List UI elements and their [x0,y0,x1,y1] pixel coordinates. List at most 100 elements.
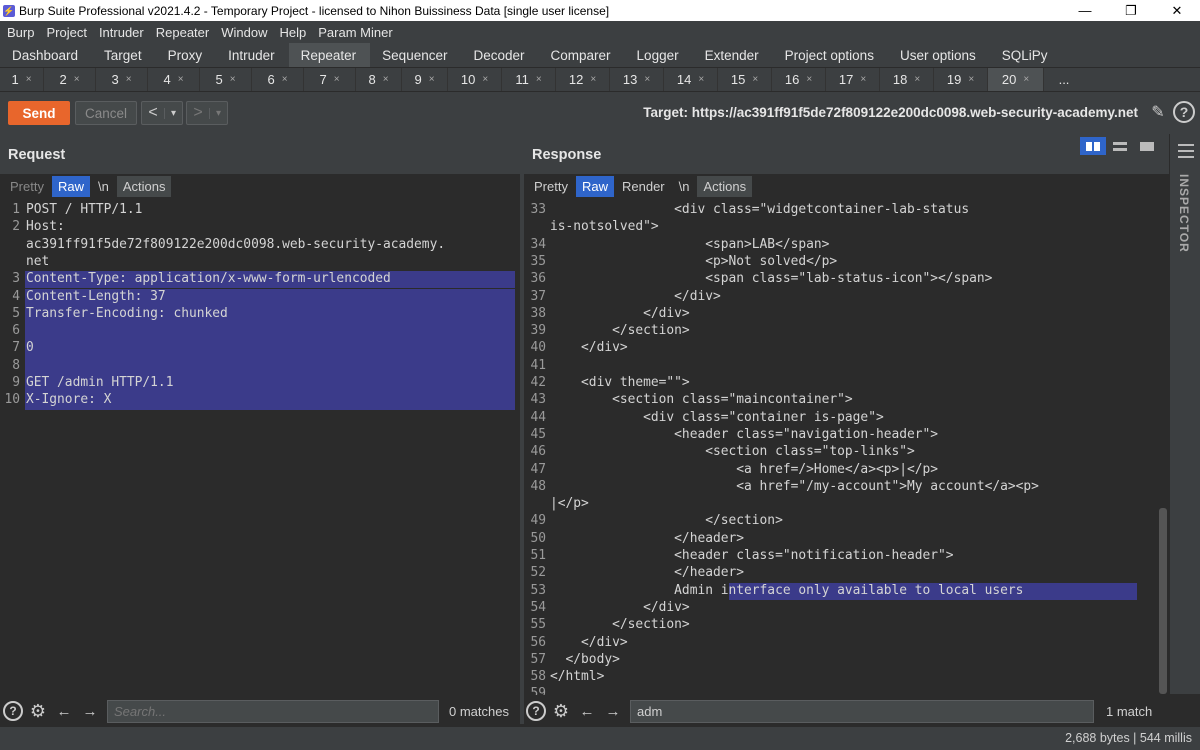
newline-toggle-button[interactable]: \n [673,176,696,197]
actions-mode-button[interactable]: Actions [116,176,172,197]
forward-button[interactable]: > ▾ [186,101,228,125]
stacked-view-toggle[interactable] [1107,137,1133,155]
repeater-tab-4[interactable]: 4 × [148,68,200,91]
edit-target-icon[interactable]: ✎ [1146,101,1170,125]
tab-sequencer[interactable]: Sequencer [370,43,461,67]
close-tab-icon[interactable]: × [334,74,340,85]
repeater-tab-16[interactable]: 16 × [772,68,826,91]
minimize-button[interactable]: — [1062,0,1108,21]
tab-target[interactable]: Target [92,43,156,67]
close-tab-icon[interactable]: × [536,74,542,85]
more-tabs-button[interactable]: ... [1044,68,1084,91]
previous-match-icon[interactable]: ← [576,700,598,722]
close-tab-icon[interactable]: × [860,74,866,85]
restore-button[interactable]: ❐ [1108,0,1154,21]
repeater-tab-5[interactable]: 5 × [200,68,252,91]
close-tab-icon[interactable]: × [590,74,596,85]
single-view-toggle[interactable] [1134,137,1160,155]
repeater-tab-15[interactable]: 15 × [718,68,772,91]
repeater-tab-10[interactable]: 10 × [448,68,502,91]
menu-repeater[interactable]: Repeater [149,25,214,40]
close-tab-icon[interactable]: × [26,74,32,85]
menu-intruder[interactable]: Intruder [92,25,149,40]
close-tab-icon[interactable]: × [383,74,389,85]
close-tab-icon[interactable]: × [698,74,704,85]
close-tab-icon[interactable]: × [429,74,435,85]
actions-mode-button[interactable]: Actions [697,176,753,197]
repeater-tab-11[interactable]: 11 × [502,68,556,91]
repeater-tab-13[interactable]: 13 × [610,68,664,91]
tab-proxy[interactable]: Proxy [156,43,217,67]
next-match-icon[interactable]: → [602,700,624,722]
close-tab-icon[interactable]: × [644,74,650,85]
back-arrow-icon[interactable]: < [142,104,164,122]
pretty-mode-button[interactable]: Pretty [528,176,574,197]
response-scrollbar[interactable] [1159,508,1167,694]
back-button[interactable]: < ▾ [141,101,183,125]
forward-dropdown-icon[interactable]: ▾ [209,107,227,119]
close-tab-icon[interactable]: × [968,74,974,85]
tab-extender[interactable]: Extender [693,43,773,67]
tab-repeater[interactable]: Repeater [288,43,371,67]
help-icon[interactable]: ? [1173,101,1195,123]
close-tab-icon[interactable]: × [282,74,288,85]
repeater-tab-18[interactable]: 18 × [880,68,934,91]
menu-icon[interactable] [1178,144,1194,162]
send-button[interactable]: Send [8,101,70,125]
close-tab-icon[interactable]: × [1023,74,1029,85]
repeater-tab-1[interactable]: 1 × [0,68,44,91]
menu-help[interactable]: Help [272,25,311,40]
repeater-tab-19[interactable]: 19 × [934,68,988,91]
tab-sqlipy[interactable]: SQLiPy [990,43,1062,67]
menu-param-miner[interactable]: Param Miner [311,25,397,40]
repeater-tab-6[interactable]: 6 × [252,68,304,91]
panel-splitter[interactable] [520,134,524,724]
search-help-icon[interactable]: ? [526,701,546,721]
repeater-tab-7[interactable]: 7 × [304,68,356,91]
previous-match-icon[interactable]: ← [53,700,75,722]
close-tab-icon[interactable]: × [482,74,488,85]
repeater-tab-17[interactable]: 17 × [826,68,880,91]
cancel-button[interactable]: Cancel [75,101,137,125]
close-tab-icon[interactable]: × [126,74,132,85]
forward-arrow-icon[interactable]: > [187,104,209,122]
next-match-icon[interactable]: → [79,700,101,722]
menu-project[interactable]: Project [39,25,91,40]
request-editor[interactable]: 1 POST / HTTP/1.1 2 Host: ac391ff91f5de72f80… [0,201,518,695]
tab-intruder[interactable]: Intruder [216,43,289,67]
newline-toggle-button[interactable]: \n [92,176,115,197]
close-tab-icon[interactable]: × [806,74,812,85]
settings-gear-icon[interactable]: ⚙ [27,700,49,722]
close-tab-icon[interactable]: × [74,74,80,85]
menu-window[interactable]: Window [214,25,272,40]
repeater-tab-2[interactable]: 2 × [44,68,96,91]
menu-burp[interactable]: Burp [0,25,39,40]
tab-dashboard[interactable]: Dashboard [0,43,92,67]
response-search-input[interactable] [630,699,1094,723]
tab-decoder[interactable]: Decoder [461,43,538,67]
repeater-tab-3[interactable]: 3 × [96,68,148,91]
repeater-tab-12[interactable]: 12 × [556,68,610,91]
close-tab-icon[interactable]: × [230,74,236,85]
close-tab-icon[interactable]: × [178,74,184,85]
repeater-tab-9[interactable]: 9 × [402,68,448,91]
response-editor[interactable]: 33 <div class="widgetcontainer-lab-statu… [526,201,1158,695]
raw-mode-button[interactable]: Raw [51,176,90,197]
repeater-tab-14[interactable]: 14 × [664,68,718,91]
side-by-side-view-toggle[interactable] [1080,137,1106,155]
close-tab-icon[interactable]: × [752,74,758,85]
tab-user-options[interactable]: User options [888,43,990,67]
close-button[interactable]: ✕ [1154,0,1200,21]
back-dropdown-icon[interactable]: ▾ [164,107,182,119]
repeater-tab-8[interactable]: 8 × [356,68,402,91]
tab-project-options[interactable]: Project options [773,43,888,67]
search-help-icon[interactable]: ? [3,701,23,721]
inspector-sidebar[interactable]: INSPECTOR [1169,134,1200,694]
pretty-mode-button[interactable]: Pretty [4,176,50,197]
raw-mode-button[interactable]: Raw [575,176,614,197]
render-mode-button[interactable]: Render [616,176,671,197]
tab-comparer[interactable]: Comparer [539,43,625,67]
close-tab-icon[interactable]: × [914,74,920,85]
repeater-tab-20[interactable]: 20 × [988,68,1044,91]
tab-logger[interactable]: Logger [625,43,693,67]
